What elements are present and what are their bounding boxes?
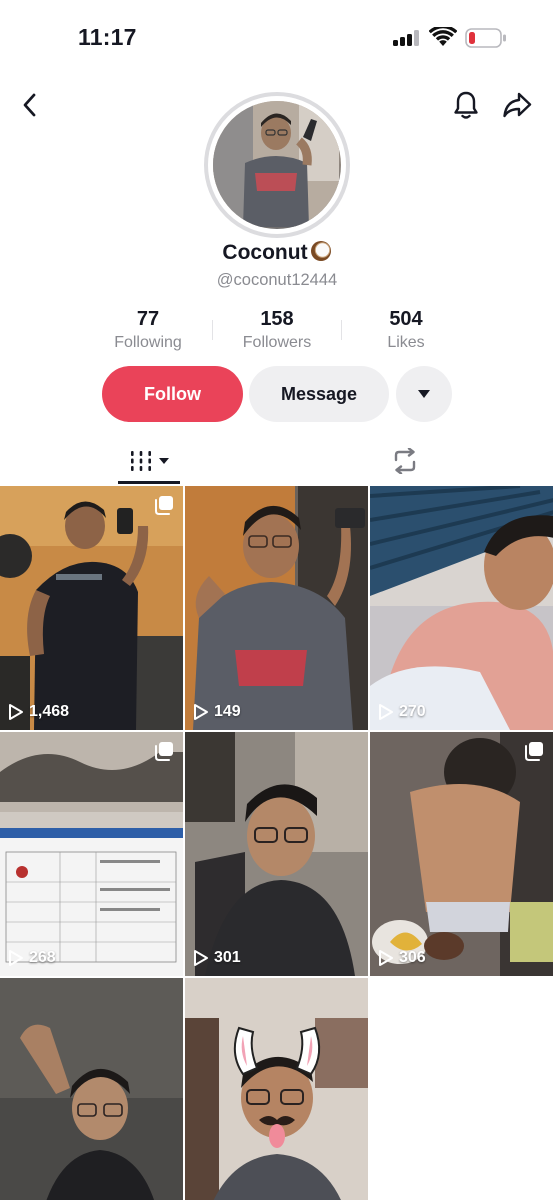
video-thumbnail[interactable]: 301 xyxy=(185,732,368,976)
likes-label: Likes xyxy=(387,334,425,351)
stat-following[interactable]: 77 Following xyxy=(83,308,213,352)
cellular-signal-icon xyxy=(393,30,421,46)
wifi-icon xyxy=(429,27,457,46)
view-count: 301 xyxy=(193,949,241,967)
chevron-left-icon xyxy=(23,93,36,117)
video-preview-image xyxy=(185,732,368,976)
following-label: Following xyxy=(114,334,182,351)
view-count-text: 301 xyxy=(214,949,241,966)
video-preview-image xyxy=(0,732,183,976)
carousel-icon xyxy=(525,742,543,761)
view-count-text: 1,468 xyxy=(29,703,70,720)
likes-count: 504 xyxy=(389,308,423,330)
repost-icon xyxy=(394,448,416,474)
share-arrow-icon xyxy=(503,92,532,118)
video-preview-image xyxy=(0,486,183,730)
profile-stats: 77 Following 158 Followers 504 Likes xyxy=(0,308,554,354)
content-tabs xyxy=(0,437,554,485)
stat-followers[interactable]: 158 Followers xyxy=(212,308,342,352)
tab-videos[interactable] xyxy=(118,437,180,485)
display-name: Coconut xyxy=(0,240,554,265)
follow-button[interactable]: Follow xyxy=(102,366,243,422)
avatar-image xyxy=(213,101,341,229)
share-button[interactable] xyxy=(497,85,537,125)
play-outline-icon xyxy=(9,704,23,720)
video-preview-image xyxy=(370,732,553,976)
coconut-emoji-icon xyxy=(310,241,331,261)
carousel-icon xyxy=(155,496,173,515)
followers-label: Followers xyxy=(242,334,312,351)
profile-avatar[interactable] xyxy=(204,92,350,238)
username-handle: @coconut12444 xyxy=(216,271,338,289)
status-bar: 11:17 xyxy=(0,0,554,76)
video-thumbnail[interactable]: 1,468 xyxy=(0,486,183,730)
bell-icon xyxy=(454,91,478,119)
stat-likes[interactable]: 504 Likes xyxy=(341,308,471,352)
caret-down-icon xyxy=(418,390,430,398)
play-outline-icon xyxy=(194,950,208,966)
tab-caret-down-icon xyxy=(158,458,169,464)
profile-actions: Follow Message xyxy=(0,366,554,422)
notifications-button[interactable] xyxy=(446,85,486,125)
message-button[interactable]: Message xyxy=(249,366,389,422)
carousel-icon xyxy=(155,742,173,761)
active-tab-indicator xyxy=(118,481,180,484)
play-outline-icon xyxy=(9,950,23,966)
display-name-text: Coconut xyxy=(222,241,308,264)
video-preview-image xyxy=(370,486,553,730)
video-thumbnail[interactable] xyxy=(185,978,368,1200)
view-count: 268 xyxy=(8,949,56,967)
video-preview-image xyxy=(0,978,183,1200)
video-thumbnail[interactable]: 149 xyxy=(185,486,368,730)
back-button[interactable] xyxy=(10,85,50,125)
video-thumbnail[interactable]: 268 xyxy=(0,732,183,976)
following-count: 77 xyxy=(136,308,160,330)
followers-count: 158 xyxy=(260,308,294,330)
view-count: 149 xyxy=(193,703,241,721)
view-count-text: 149 xyxy=(214,703,241,720)
video-thumbnail[interactable] xyxy=(0,978,183,1200)
video-grid-icon xyxy=(130,451,151,471)
view-count: 1,468 xyxy=(8,703,69,721)
play-outline-icon xyxy=(194,704,208,720)
play-outline-icon xyxy=(379,950,393,966)
battery-icon xyxy=(465,28,506,48)
tab-reposts[interactable] xyxy=(374,437,436,485)
video-thumbnail[interactable]: 306 xyxy=(370,732,553,976)
video-thumbnail[interactable]: 270 xyxy=(370,486,553,730)
video-preview-image xyxy=(185,978,368,1200)
view-count-text: 268 xyxy=(29,949,56,966)
view-count-text: 306 xyxy=(399,949,426,966)
view-count: 306 xyxy=(378,949,426,967)
video-preview-image xyxy=(185,486,368,730)
view-count: 270 xyxy=(378,703,426,721)
view-count-text: 270 xyxy=(399,703,426,720)
more-options-button[interactable] xyxy=(396,366,452,422)
status-time: 11:17 xyxy=(78,24,137,50)
play-outline-icon xyxy=(379,704,393,720)
